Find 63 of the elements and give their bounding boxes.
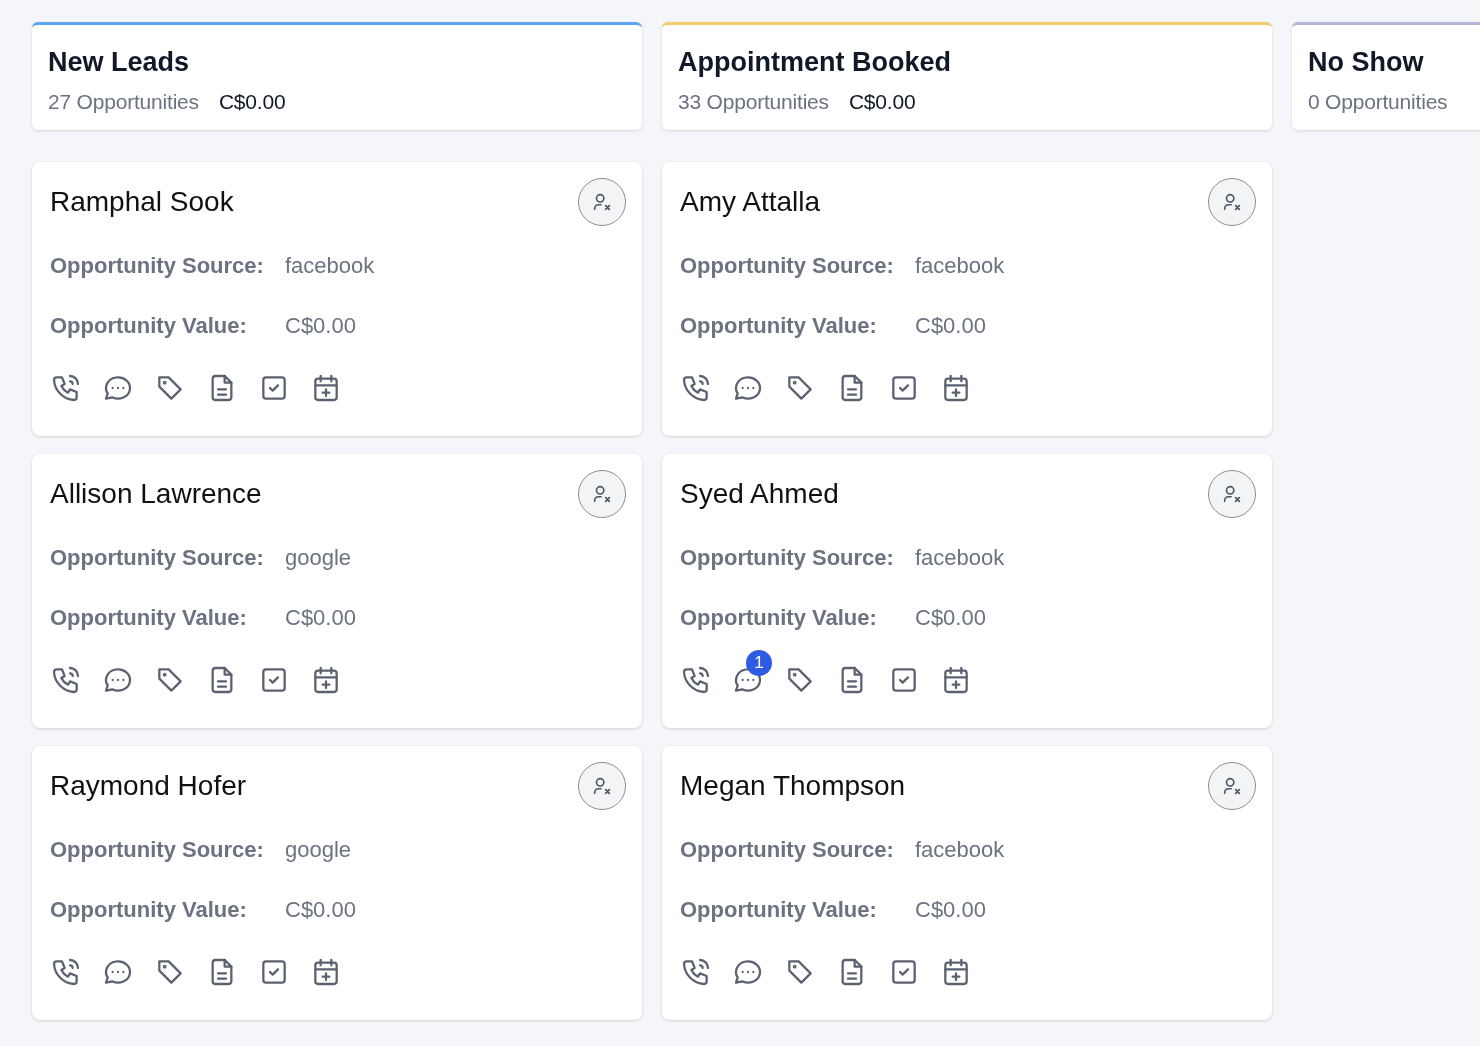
opportunity-card[interactable]: Amy Attalla Opportunity Source: facebook Opportunity Value: C$0.00	[662, 162, 1272, 436]
field-label: Opportunity Source:	[50, 837, 265, 863]
field-label: Opportunity Value:	[680, 313, 878, 339]
contact-name: Megan Thompson	[680, 770, 906, 802]
unassigned-user-button[interactable]	[1208, 470, 1256, 518]
field-value: C$0.00	[915, 605, 986, 631]
opportunity-card[interactable]: Megan Thompson Opportunity Source: facebook Opportunity Value: C$0.00	[662, 746, 1272, 1020]
opportunity-count: 27 Opportunities	[48, 90, 199, 114]
field-value: C$0.00	[285, 605, 356, 631]
stage-title: Appointment Booked	[678, 47, 952, 78]
contact-name: Allison Lawrence	[50, 478, 262, 510]
field-label: Opportunity Value:	[680, 897, 878, 923]
field-value: facebook	[285, 253, 375, 279]
field-value: google	[285, 545, 352, 571]
field-label: Opportunity Value:	[50, 313, 248, 339]
stage-total: C$0.00	[218, 90, 286, 114]
unassigned-user-button[interactable]	[578, 470, 626, 518]
stage-title: New Leads	[48, 47, 191, 78]
field-value: google	[285, 837, 352, 863]
opportunity-card[interactable]: Ramphal Sook Opportunity Source: facebook Opportunity Value: C$0.00	[32, 162, 642, 436]
user-x-icon	[1221, 775, 1243, 797]
phone-call-icon[interactable]	[50, 956, 82, 988]
user-x-icon	[591, 483, 613, 505]
field-label: Opportunity Source:	[50, 545, 265, 571]
phone-call-icon[interactable]	[680, 372, 712, 404]
unassigned-user-button[interactable]	[1208, 178, 1256, 226]
contact-name: Syed Ahmed	[680, 478, 839, 510]
unassigned-user-button[interactable]	[1208, 762, 1256, 810]
user-x-icon	[1221, 483, 1243, 505]
opportunity-card[interactable]: Allison Lawrence Opportunity Source: google Opportunity Value: C$0.00	[32, 454, 642, 728]
field-value: facebook	[915, 837, 1005, 863]
opportunity-count: 33 Opportunities	[678, 90, 829, 114]
contact-name: Ramphal Sook	[50, 186, 234, 218]
field-label: Opportunity Value:	[50, 897, 248, 923]
field-value: C$0.00	[915, 897, 986, 923]
phone-call-icon[interactable]	[680, 664, 712, 696]
unread-count-badge: 1	[746, 650, 772, 676]
field-value: facebook	[915, 253, 1005, 279]
user-x-icon	[591, 775, 613, 797]
field-label: Opportunity Source:	[50, 253, 265, 279]
phone-call-icon[interactable]	[50, 664, 82, 696]
opportunity-card[interactable]: Syed Ahmed Opportunity Source: facebook Opportunity Value: C$0.00 1	[662, 454, 1272, 728]
unassigned-user-button[interactable]	[578, 178, 626, 226]
field-value: C$0.00	[915, 313, 986, 339]
field-label: Opportunity Value:	[50, 605, 248, 631]
contact-name: Amy Attalla	[680, 186, 821, 218]
opportunity-count: 0 Opportunities	[1308, 90, 1448, 114]
user-x-icon	[1221, 191, 1243, 213]
field-label: Opportunity Source:	[680, 837, 895, 863]
field-value: C$0.00	[285, 897, 356, 923]
field-value: C$0.00	[285, 313, 356, 339]
phone-call-icon[interactable]	[680, 956, 712, 988]
field-label: Opportunity Source:	[680, 545, 895, 571]
stage-total: C$0.00	[848, 90, 916, 114]
user-x-icon	[591, 191, 613, 213]
unassigned-user-button[interactable]	[578, 762, 626, 810]
contact-name: Raymond Hofer	[50, 770, 247, 802]
stage-title: No Show	[1308, 47, 1425, 78]
opportunity-card[interactable]: Raymond Hofer Opportunity Source: google Opportunity Value: C$0.00	[32, 746, 642, 1020]
field-label: Opportunity Value:	[680, 605, 878, 631]
field-label: Opportunity Source:	[680, 253, 895, 279]
phone-call-icon[interactable]	[50, 372, 82, 404]
field-value: facebook	[915, 545, 1005, 571]
